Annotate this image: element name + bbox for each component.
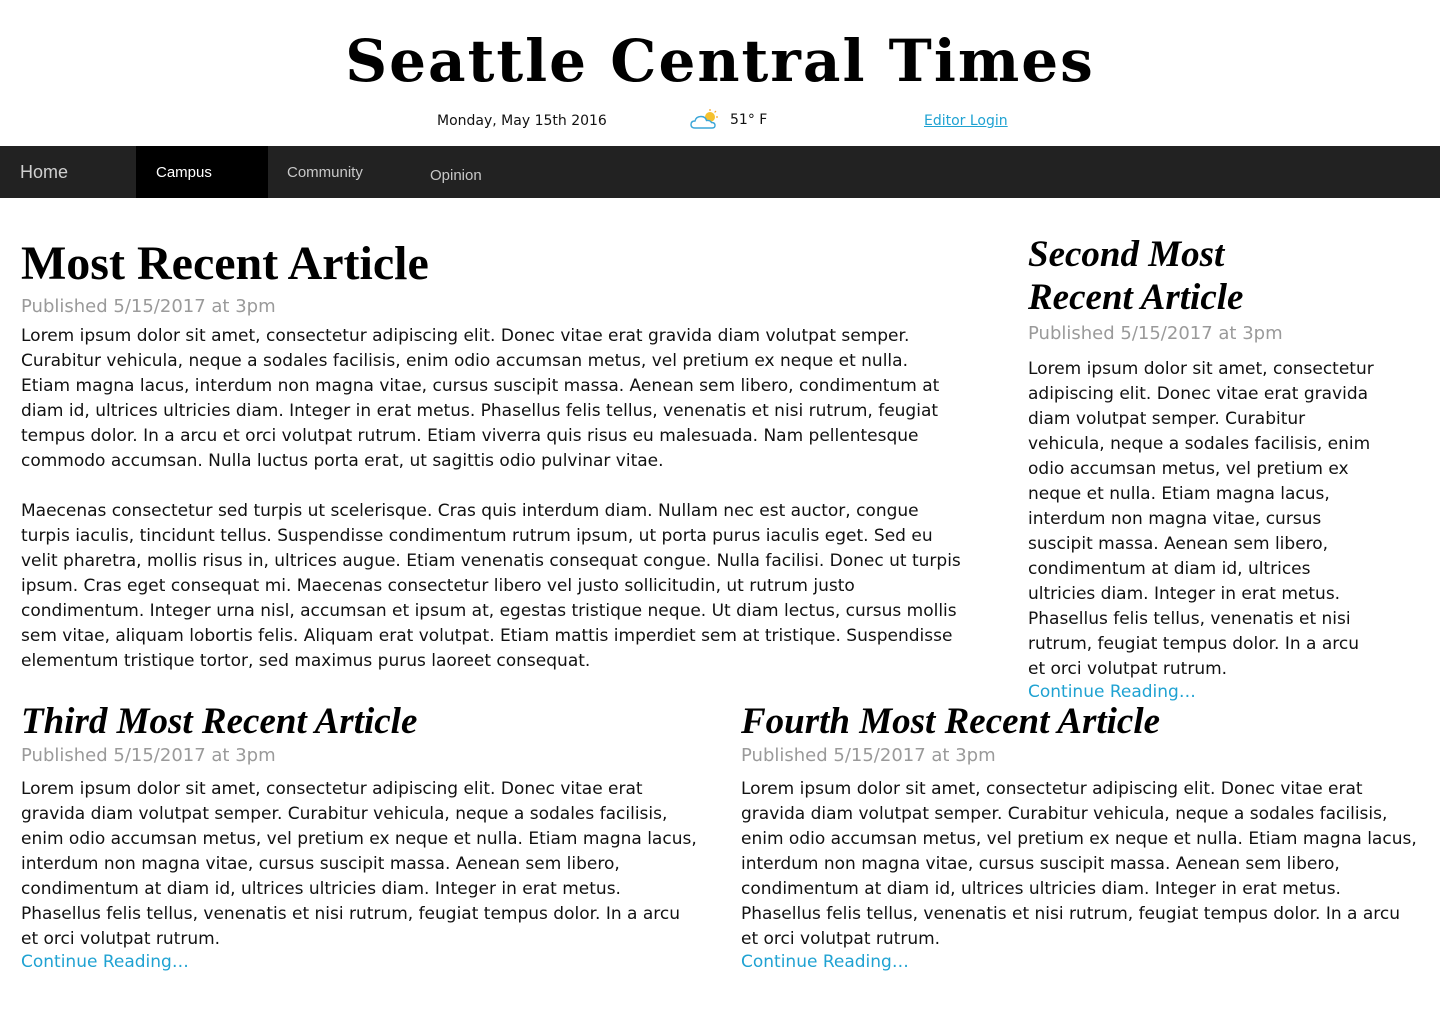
- article-title[interactable]: Second Most Recent Article: [1028, 233, 1288, 319]
- continue-reading-link[interactable]: Continue Reading…: [741, 952, 1421, 972]
- published-date: Published 5/15/2017 at 3pm: [1028, 323, 1283, 344]
- continue-reading-link[interactable]: Continue Reading…: [21, 952, 701, 972]
- published-date: Published 5/15/2017 at 3pm: [741, 745, 996, 766]
- article-title[interactable]: Most Recent Article: [21, 236, 961, 292]
- current-date: Monday, May 15th 2016: [437, 113, 607, 129]
- nav-item-opinion[interactable]: Opinion: [430, 149, 482, 201]
- article-paragraph: Lorem ipsum dolor sit amet, consectetur …: [21, 326, 940, 471]
- article-paragraph: Maecenas consectetur sed turpis ut scele…: [21, 501, 961, 671]
- continue-reading-link[interactable]: Continue Reading…: [1028, 682, 1388, 702]
- published-date: Published 5/15/2017 at 3pm: [21, 296, 276, 317]
- main-nav: Home Campus Community Opinion: [0, 146, 1440, 198]
- article-card: Third Most Recent Article Published 5/15…: [21, 701, 701, 972]
- masthead: Seattle Central Times Monday, May 15th 2…: [0, 0, 1440, 146]
- nav-item-home[interactable]: Home: [20, 146, 68, 198]
- article-card: Fourth Most Recent Article Published 5/1…: [741, 701, 1421, 972]
- article-excerpt: Lorem ipsum dolor sit amet, consectetur …: [21, 779, 697, 949]
- article-title[interactable]: Fourth Most Recent Article: [741, 701, 1421, 743]
- nav-item-campus[interactable]: Campus: [136, 146, 268, 198]
- partly-cloudy-icon: [690, 109, 718, 129]
- editor-login-link[interactable]: Editor Login: [924, 113, 1008, 129]
- temperature: 51° F: [730, 112, 768, 128]
- article-excerpt: Lorem ipsum dolor sit amet, consectetur …: [1028, 359, 1374, 679]
- nav-item-community[interactable]: Community: [287, 146, 363, 198]
- site-title: Seattle Central Times: [345, 27, 1095, 95]
- article-title[interactable]: Third Most Recent Article: [21, 701, 701, 743]
- article-card: Second Most Recent Article Published 5/1…: [1028, 233, 1388, 702]
- featured-article: Most Recent Article Published 5/15/2017 …: [21, 236, 961, 699]
- article-excerpt: Lorem ipsum dolor sit amet, consectetur …: [741, 779, 1417, 949]
- published-date: Published 5/15/2017 at 3pm: [21, 745, 276, 766]
- weather-widget: 51° F: [690, 108, 767, 132]
- article-body: Lorem ipsum dolor sit amet, consectetur …: [21, 324, 961, 674]
